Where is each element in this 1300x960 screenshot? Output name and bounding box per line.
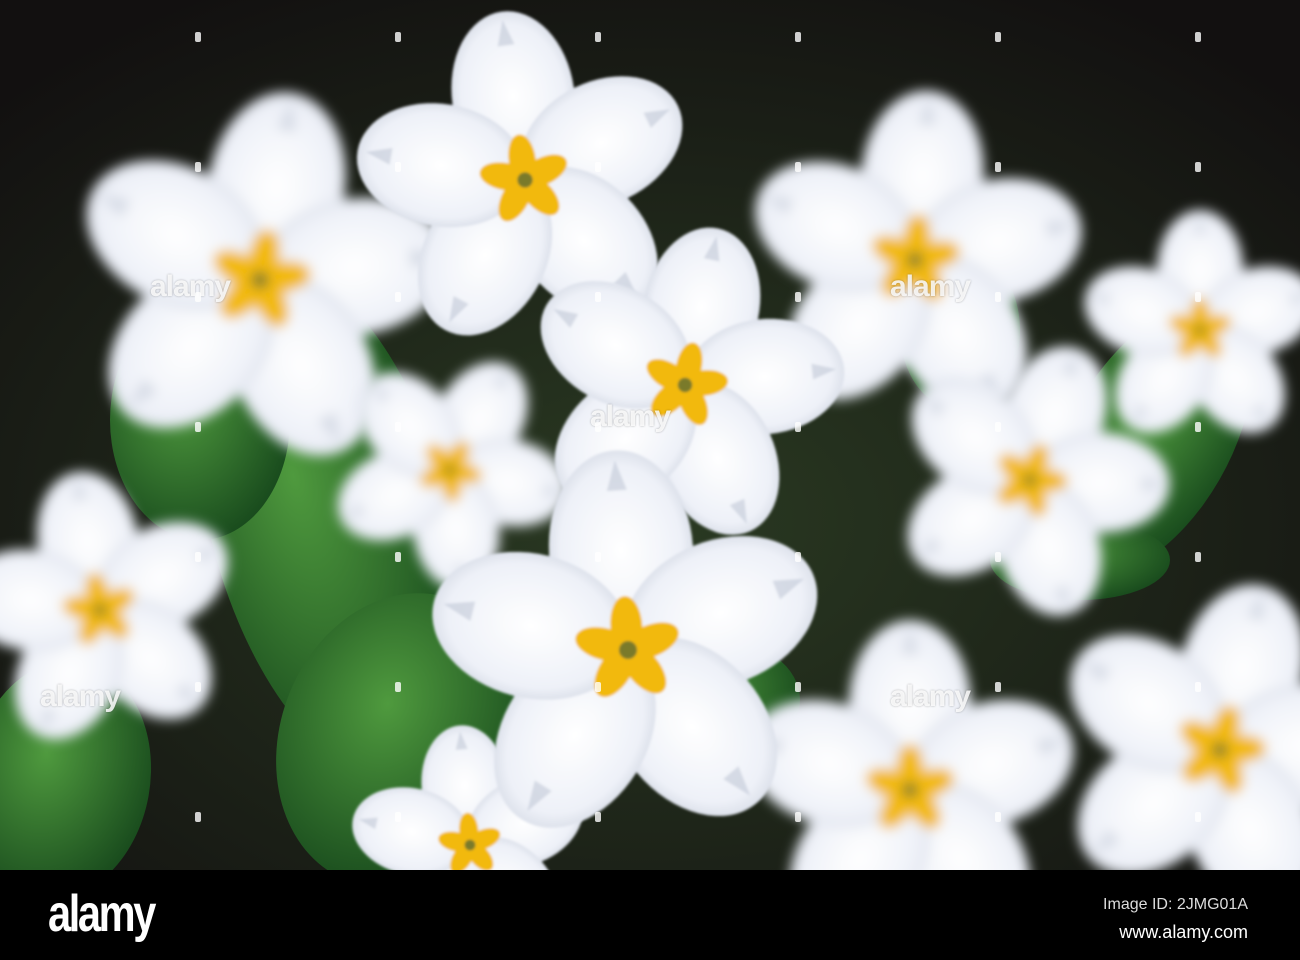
watermark-mark: [595, 292, 601, 302]
watermark-mark: [195, 552, 201, 562]
watermark-mark: [1195, 162, 1201, 172]
watermark-mark: [595, 552, 601, 562]
watermark-mark: [1195, 292, 1201, 302]
watermark-mark: [1195, 682, 1201, 692]
watermark-mark: [195, 162, 201, 172]
watermark-text: alamy: [40, 680, 121, 713]
watermark-mark: [395, 812, 401, 822]
watermark-mark: [795, 682, 801, 692]
watermark-text: alamy: [890, 270, 971, 303]
watermark-mark: [395, 292, 401, 302]
watermark-text: alamy: [590, 400, 671, 433]
watermark-mark: [795, 812, 801, 822]
watermark-mark: [995, 162, 1001, 172]
watermark-mark: [1195, 552, 1201, 562]
watermark-mark: [595, 32, 601, 42]
watermark-mark: [995, 32, 1001, 42]
watermark-mark: [395, 32, 401, 42]
watermark-mark: [395, 552, 401, 562]
watermark-mark: [395, 162, 401, 172]
watermark-mark: [1195, 32, 1201, 42]
watermark-mark: [995, 552, 1001, 562]
watermark-mark: [195, 32, 201, 42]
watermark-mark: [395, 422, 401, 432]
watermark-mark: [795, 422, 801, 432]
watermark-mark: [795, 292, 801, 302]
watermark-mark: [795, 162, 801, 172]
stock-photo: alamy alamy alamy alamy alamy alamy Image ID…: [0, 0, 1300, 960]
watermark-mark: [995, 812, 1001, 822]
watermark-mark: [195, 682, 201, 692]
watermark-mark: [1195, 812, 1201, 822]
watermark-mark: [1195, 422, 1201, 432]
watermark-mark: [995, 422, 1001, 432]
watermark-mark: [995, 682, 1001, 692]
watermark-mark: [795, 552, 801, 562]
watermark-text: alamy: [150, 270, 231, 303]
watermark-mark: [195, 292, 201, 302]
site-url: www.alamy.com: [1119, 922, 1248, 942]
watermark-mark: [195, 422, 201, 432]
watermark-mark: [195, 812, 201, 822]
watermark-mark: [795, 32, 801, 42]
footer-bar: alamy Image ID: 2JMG01A www.alamy.com: [0, 870, 1300, 960]
watermark-mark: [595, 422, 601, 432]
watermark-mark: [595, 812, 601, 822]
primrose-photo: [0, 0, 1300, 870]
watermark-mark: [595, 682, 601, 692]
watermark-mark: [595, 162, 601, 172]
watermark-text: alamy: [890, 680, 971, 713]
image-id: Image ID: 2JMG01A: [1103, 896, 1248, 913]
alamy-logo: alamy: [48, 885, 156, 943]
watermark-mark: [395, 682, 401, 692]
watermark-mark: [995, 292, 1001, 302]
